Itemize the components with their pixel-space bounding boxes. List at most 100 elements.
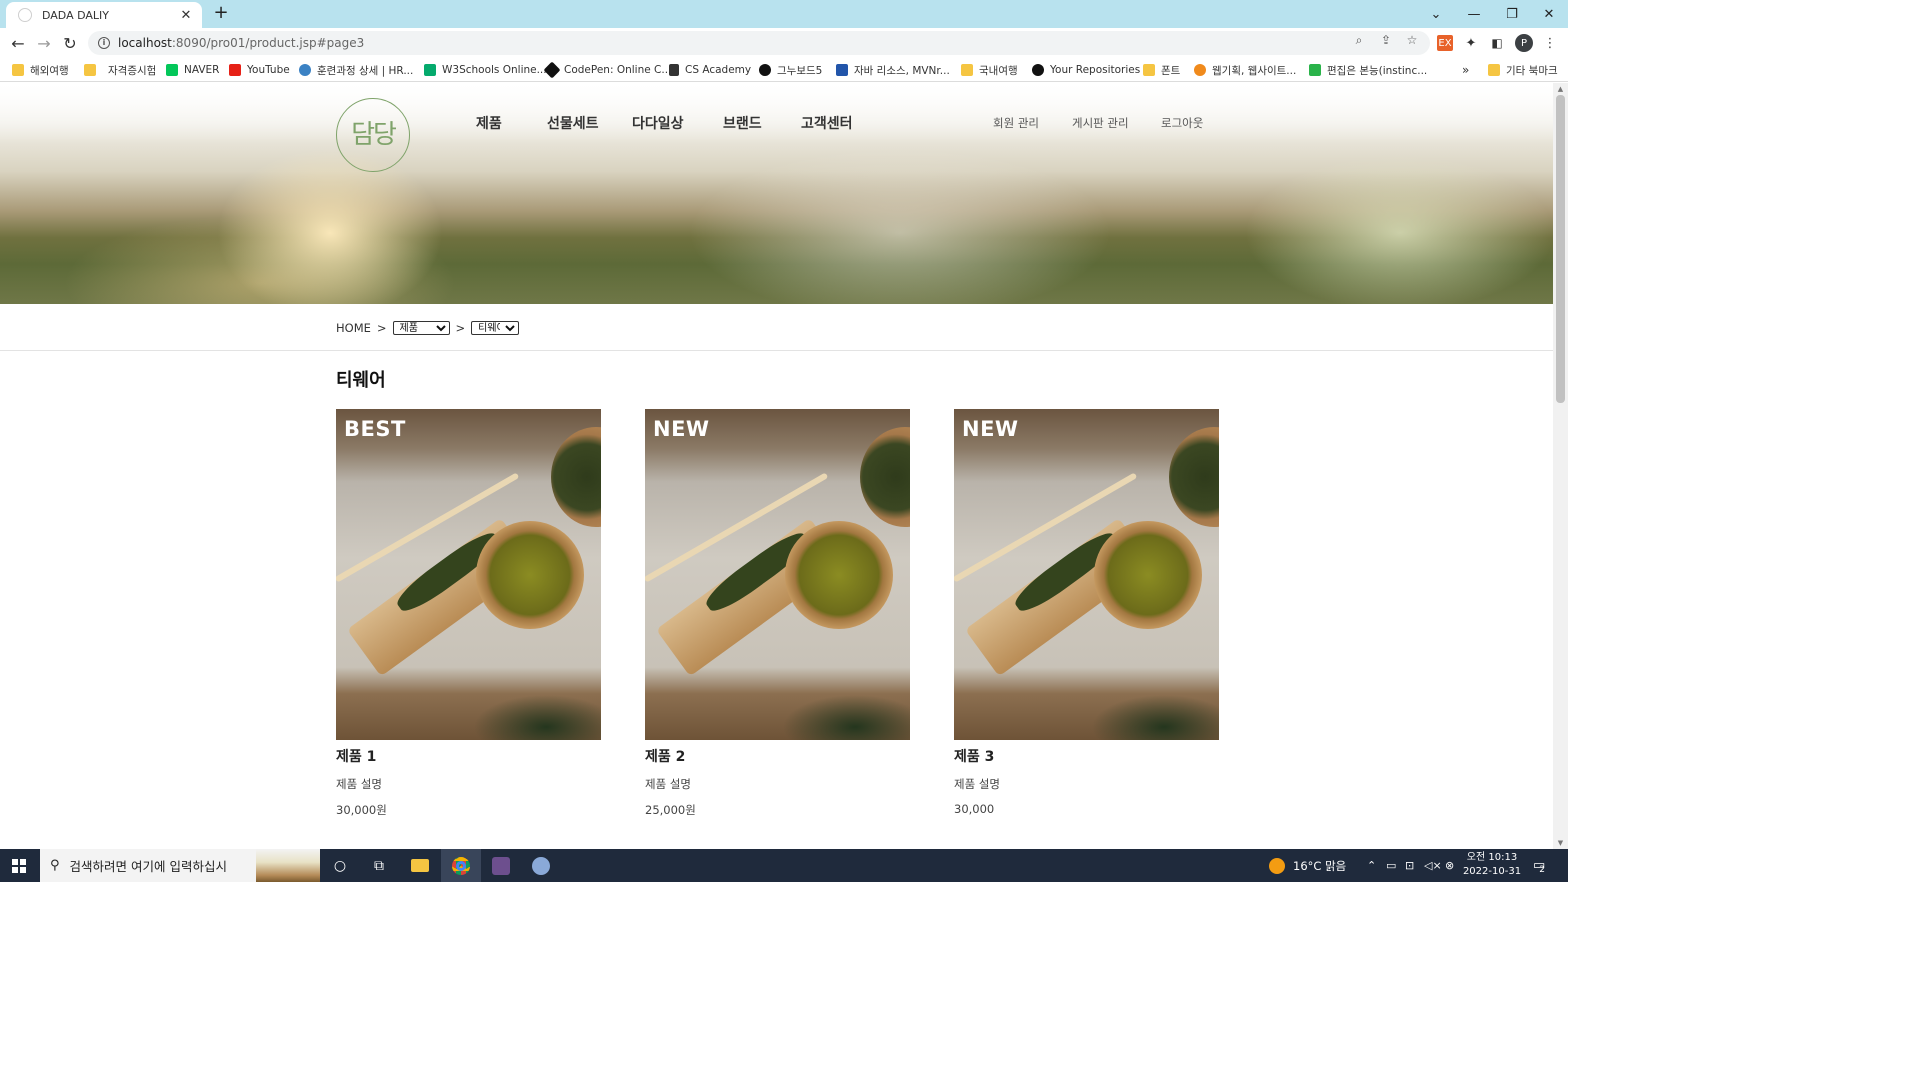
subcategory-select[interactable]: 티웨어: [471, 321, 520, 335]
breadcrumb: HOME > 제품 > 티웨어: [336, 320, 520, 336]
taskbar-search[interactable]: ⚲ 검색하려면 여기에 입력하십시: [40, 849, 320, 882]
member-admin-link[interactable]: 회원 관리: [993, 115, 1039, 131]
folder-icon: [1488, 64, 1500, 76]
close-tab-icon[interactable]: ✕: [178, 8, 194, 23]
page-viewport: 담당 제품 선물세트 다다일상 브랜드 고객센터 회원 관리 게시판 관리 로그…: [0, 83, 1553, 849]
browser-tab-strip: DADA DALIY ✕ + ⌄ — ❐ ✕: [0, 0, 1568, 28]
eclipse-icon[interactable]: [521, 849, 561, 882]
bookmark-item[interactable]: 웹기획, 웹사이트...: [1194, 62, 1296, 78]
product-image[interactable]: BEST: [336, 409, 601, 740]
page-scrollbar[interactable]: ▲ ▼: [1553, 83, 1568, 849]
gnuboard-icon: [759, 64, 771, 76]
bookmark-item[interactable]: W3Schools Online...: [424, 62, 547, 78]
w3schools-icon: [424, 64, 436, 76]
url-text: localhost:8090/pro01/product.jsp#page3: [118, 36, 365, 50]
bookmark-item[interactable]: 폰트: [1143, 62, 1180, 78]
close-window-button[interactable]: ✕: [1530, 0, 1568, 28]
volume-muted-icon[interactable]: ◁×: [1424, 849, 1442, 882]
product-name[interactable]: 제품 3: [954, 746, 1219, 766]
network-icon[interactable]: ⊡: [1405, 849, 1414, 882]
product-name[interactable]: 제품 1: [336, 746, 601, 766]
scroll-down-arrow-icon[interactable]: ▼: [1556, 839, 1565, 847]
product-badge: NEW: [653, 417, 710, 441]
browser-toolbar: ← → ↻ i localhost:8090/pro01/product.jsp…: [0, 28, 1568, 58]
more-bookmarks-button[interactable]: »: [1462, 62, 1469, 78]
bookmark-item[interactable]: Your Repositories: [1032, 62, 1140, 78]
gnb-item-gift-sets[interactable]: 선물세트: [547, 113, 599, 133]
github-icon: [1032, 64, 1044, 76]
address-bar[interactable]: i localhost:8090/pro01/product.jsp#page3: [88, 31, 1430, 55]
menu-kebab-icon[interactable]: ⋮: [1542, 35, 1558, 51]
bookmark-item[interactable]: CodePen: Online C...: [543, 61, 671, 79]
product-image[interactable]: NEW: [645, 409, 910, 740]
logout-link[interactable]: 로그아웃: [1161, 115, 1203, 131]
folder-icon: [1143, 64, 1155, 76]
extensions-puzzle-icon[interactable]: ✦: [1463, 35, 1479, 51]
hrd-icon: [299, 64, 311, 76]
notification-center[interactable]: ▭ 2: [1533, 849, 1545, 882]
product-name[interactable]: 제품 2: [645, 746, 910, 766]
bookmark-item[interactable]: 편집은 본능(instinc...: [1309, 62, 1427, 78]
start-button[interactable]: [0, 849, 38, 882]
bookmark-item[interactable]: 훈련과정 상세 | HR...: [299, 62, 413, 78]
site-favicon-icon: [18, 8, 32, 22]
minimize-button[interactable]: —: [1455, 0, 1493, 28]
category-select[interactable]: 제품: [392, 321, 450, 335]
system-clock[interactable]: 오전 10:13 2022-10-31: [1462, 851, 1522, 879]
chrome-icon[interactable]: [441, 849, 481, 882]
youtube-icon: [229, 64, 241, 76]
bookmark-item[interactable]: 그누보드5: [759, 62, 822, 78]
bookmark-item[interactable]: 자격증시험: [84, 62, 156, 78]
gnb-item-customer-center[interactable]: 고객센터: [801, 113, 853, 133]
board-admin-link[interactable]: 게시판 관리: [1072, 115, 1129, 131]
gnb-item-products[interactable]: 제품: [476, 113, 502, 133]
product-price: 30,000: [954, 802, 995, 816]
zoom-icon[interactable]: ⌕: [1350, 31, 1368, 49]
search-highlight-image: [256, 849, 320, 882]
meet-now-icon[interactable]: ▭: [1386, 849, 1396, 882]
forward-arrow-icon[interactable]: →: [34, 33, 54, 53]
app-icon[interactable]: [481, 849, 521, 882]
side-panel-icon[interactable]: ◧: [1489, 35, 1505, 51]
reload-icon[interactable]: ↻: [60, 33, 80, 53]
gnb-item-brand[interactable]: 브랜드: [723, 113, 762, 133]
mvn-icon: [836, 64, 848, 76]
product-badge: NEW: [962, 417, 1019, 441]
bookmark-item[interactable]: CS Academy: [669, 62, 751, 78]
breadcrumb-home[interactable]: HOME: [336, 321, 371, 335]
bookmark-item[interactable]: 국내여행: [961, 62, 1018, 78]
restore-button[interactable]: ❐: [1493, 0, 1531, 28]
site-logo[interactable]: 담당: [336, 98, 410, 172]
cs-academy-icon: [669, 64, 679, 76]
product-card[interactable]: NEW 제품 2 제품 설명 25,000원: [645, 409, 910, 818]
cortana-icon[interactable]: ○: [320, 849, 360, 882]
orange-o-icon: [1194, 64, 1206, 76]
gnb-item-dada-daily[interactable]: 다다일상: [632, 113, 684, 133]
product-card[interactable]: NEW 제품 3 제품 설명 30,000: [954, 409, 1219, 816]
scroll-up-arrow-icon[interactable]: ▲: [1556, 85, 1565, 93]
back-arrow-icon[interactable]: ←: [8, 33, 28, 53]
tray-chevron-icon[interactable]: ⌃: [1367, 849, 1376, 882]
share-icon[interactable]: ⇪: [1377, 31, 1395, 49]
profile-avatar-icon[interactable]: P: [1515, 34, 1533, 52]
task-view-icon[interactable]: ⧉: [359, 849, 399, 882]
site-info-icon[interactable]: i: [98, 37, 110, 49]
bookmark-item[interactable]: 해외여행: [12, 62, 69, 78]
tab-search-button[interactable]: ⌄: [1417, 0, 1455, 28]
browser-tab[interactable]: DADA DALIY ✕: [6, 2, 202, 28]
bookmark-star-icon[interactable]: ☆: [1403, 31, 1421, 49]
scrollbar-thumb[interactable]: [1556, 95, 1565, 403]
new-tab-button[interactable]: +: [212, 4, 230, 22]
bookmark-item[interactable]: YouTube: [229, 62, 290, 78]
extension-icon[interactable]: EX: [1437, 35, 1453, 51]
file-explorer-icon[interactable]: [400, 849, 440, 882]
other-bookmarks-folder[interactable]: 기타 북마크: [1488, 62, 1558, 78]
bookmark-item[interactable]: NAVER: [166, 62, 219, 78]
product-description: 제품 설명: [645, 777, 691, 791]
search-icon: ⚲: [50, 858, 60, 873]
product-image[interactable]: NEW: [954, 409, 1219, 740]
bookmark-item[interactable]: 자바 리소스, MVNr...: [836, 62, 950, 78]
defender-icon[interactable]: ⊗: [1445, 849, 1454, 882]
product-card[interactable]: BEST 제품 1 제품 설명 30,000원: [336, 409, 601, 818]
weather-widget[interactable]: 16°C 맑음: [1269, 849, 1346, 882]
